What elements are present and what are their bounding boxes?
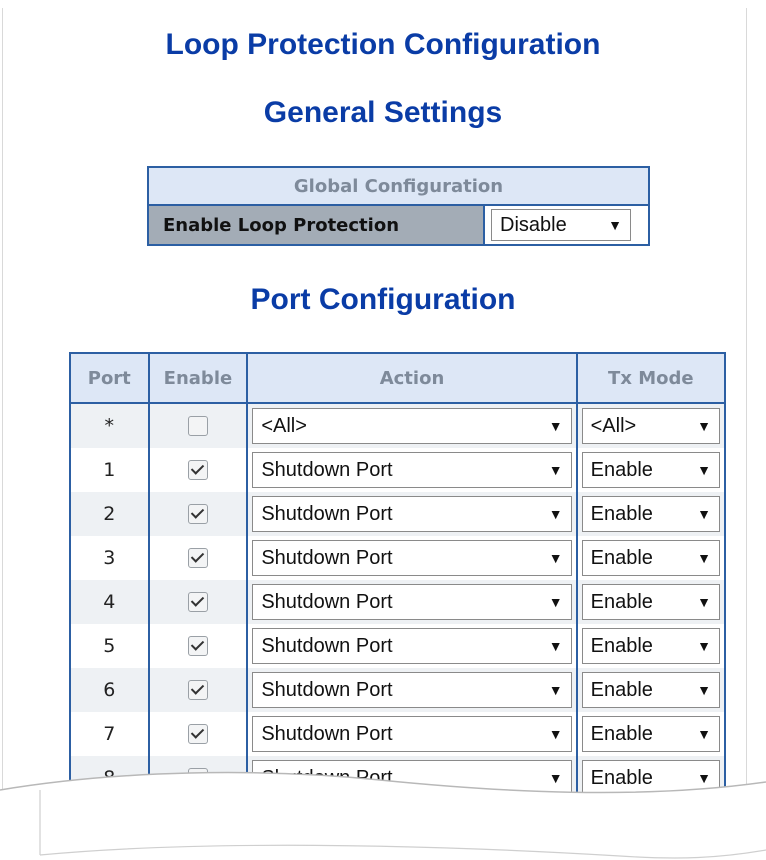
dropdown-arrow-icon: ▼ — [608, 217, 622, 233]
enable-checkbox[interactable] — [187, 636, 208, 657]
general-settings-heading: General Settings — [263, 96, 503, 129]
port-number: 5 — [69, 624, 150, 668]
dropdown-arrow-icon: ▼ — [697, 418, 711, 434]
column-header-port: Port — [69, 352, 150, 404]
dropdown-arrow-icon: ▼ — [697, 506, 711, 522]
port-number: 4 — [69, 580, 150, 624]
action-select[interactable]: Shutdown Port ▼ — [252, 452, 572, 488]
port-number: 3 — [69, 536, 150, 580]
enable-checkbox[interactable] — [187, 680, 208, 701]
table-row: 6 Shutdown Port ▼ Enable ▼ — [69, 668, 727, 712]
torn-page-edge — [0, 771, 766, 860]
action-value: Shutdown Port — [261, 546, 393, 569]
tx-mode-select[interactable]: <All> ▼ — [581, 408, 720, 444]
column-header-action: Action — [246, 352, 578, 404]
port-number: 6 — [69, 668, 150, 712]
tx-mode-select[interactable]: Enable ▼ — [581, 452, 720, 488]
dropdown-arrow-icon: ▼ — [697, 682, 711, 698]
tx-mode-value: Enable — [590, 590, 653, 613]
dropdown-arrow-icon: ▼ — [697, 638, 711, 654]
tx-mode-select[interactable]: Enable ▼ — [581, 540, 720, 576]
tx-mode-value: Enable — [590, 458, 653, 481]
global-configuration-header: Global Configuration — [147, 166, 650, 206]
dropdown-arrow-icon: ▼ — [548, 506, 563, 522]
tx-mode-select[interactable]: Enable ▼ — [581, 628, 720, 664]
dropdown-arrow-icon: ▼ — [548, 638, 563, 654]
table-row: 2 Shutdown Port ▼ Enable ▼ — [69, 492, 727, 536]
port-number: * — [69, 403, 150, 448]
dropdown-arrow-icon: ▼ — [697, 550, 711, 566]
action-value: Shutdown Port — [261, 722, 393, 745]
action-value: Shutdown Port — [261, 502, 393, 525]
enable-loop-protection-select[interactable]: Disable ▼ — [491, 209, 631, 241]
action-select[interactable]: Shutdown Port ▼ — [252, 584, 572, 620]
tx-mode-value: Enable — [590, 546, 653, 569]
column-header-tx-mode: Tx Mode — [575, 352, 727, 404]
action-select[interactable]: Shutdown Port ▼ — [252, 540, 572, 576]
action-value: Shutdown Port — [261, 590, 393, 613]
dropdown-arrow-icon: ▼ — [548, 550, 563, 566]
table-row: * <All> ▼ <All> ▼ — [69, 403, 727, 448]
tx-mode-value: Enable — [590, 678, 653, 701]
tx-mode-value: Enable — [590, 722, 653, 745]
dropdown-arrow-icon: ▼ — [548, 462, 563, 478]
enable-checkbox[interactable] — [187, 460, 208, 481]
dropdown-arrow-icon: ▼ — [548, 594, 563, 610]
dropdown-arrow-icon: ▼ — [548, 418, 563, 434]
dropdown-arrow-icon: ▼ — [697, 726, 711, 742]
action-value: Shutdown Port — [261, 634, 393, 657]
table-row: 5 Shutdown Port ▼ Enable ▼ — [69, 624, 727, 668]
action-select[interactable]: Shutdown Port ▼ — [252, 716, 572, 752]
port-number: 2 — [69, 492, 150, 536]
action-value: Shutdown Port — [261, 678, 393, 701]
dropdown-arrow-icon: ▼ — [697, 594, 711, 610]
action-select[interactable]: Shutdown Port ▼ — [252, 672, 572, 708]
global-configuration-table: Global Configuration Enable Loop Protect… — [147, 166, 650, 246]
enable-checkbox[interactable] — [187, 504, 208, 525]
tx-mode-select[interactable]: Enable ▼ — [581, 672, 720, 708]
port-configuration-table: Port Enable Action Tx Mode * <All> ▼ <Al… — [69, 352, 727, 800]
dropdown-arrow-icon: ▼ — [697, 462, 711, 478]
table-row: 1 Shutdown Port ▼ Enable ▼ — [69, 448, 727, 492]
table-row: 4 Shutdown Port ▼ Enable ▼ — [69, 580, 727, 624]
table-row: 3 Shutdown Port ▼ Enable ▼ — [69, 536, 727, 580]
dropdown-arrow-icon: ▼ — [548, 682, 563, 698]
dropdown-arrow-icon: ▼ — [548, 726, 563, 742]
enable-checkbox[interactable] — [187, 548, 208, 569]
tx-mode-select[interactable]: Enable ▼ — [581, 716, 720, 752]
tx-mode-value: Enable — [590, 634, 653, 657]
action-value: Shutdown Port — [261, 458, 393, 481]
action-select[interactable]: Shutdown Port ▼ — [252, 496, 572, 532]
port-number: 1 — [69, 448, 150, 492]
tx-mode-value: <All> — [590, 414, 637, 437]
tx-mode-select[interactable]: Enable ▼ — [581, 584, 720, 620]
table-row: 7 Shutdown Port ▼ Enable ▼ — [69, 712, 727, 756]
port-number: 7 — [69, 712, 150, 756]
action-value: <All> — [261, 414, 307, 437]
column-header-enable: Enable — [147, 352, 249, 404]
enable-checkbox[interactable] — [187, 592, 208, 613]
enable-checkbox[interactable] — [187, 724, 208, 745]
enable-checkbox[interactable] — [187, 416, 208, 437]
tx-mode-select[interactable]: Enable ▼ — [581, 496, 720, 532]
tx-mode-value: Enable — [590, 502, 653, 525]
enable-loop-protection-label: Enable Loop Protection — [147, 204, 485, 246]
enable-loop-protection-value: Disable — [500, 213, 567, 236]
port-configuration-heading: Port Configuration — [250, 283, 516, 316]
page-title: Loop Protection Configuration — [165, 28, 601, 61]
action-select[interactable]: <All> ▼ — [252, 408, 572, 444]
action-select[interactable]: Shutdown Port ▼ — [252, 628, 572, 664]
